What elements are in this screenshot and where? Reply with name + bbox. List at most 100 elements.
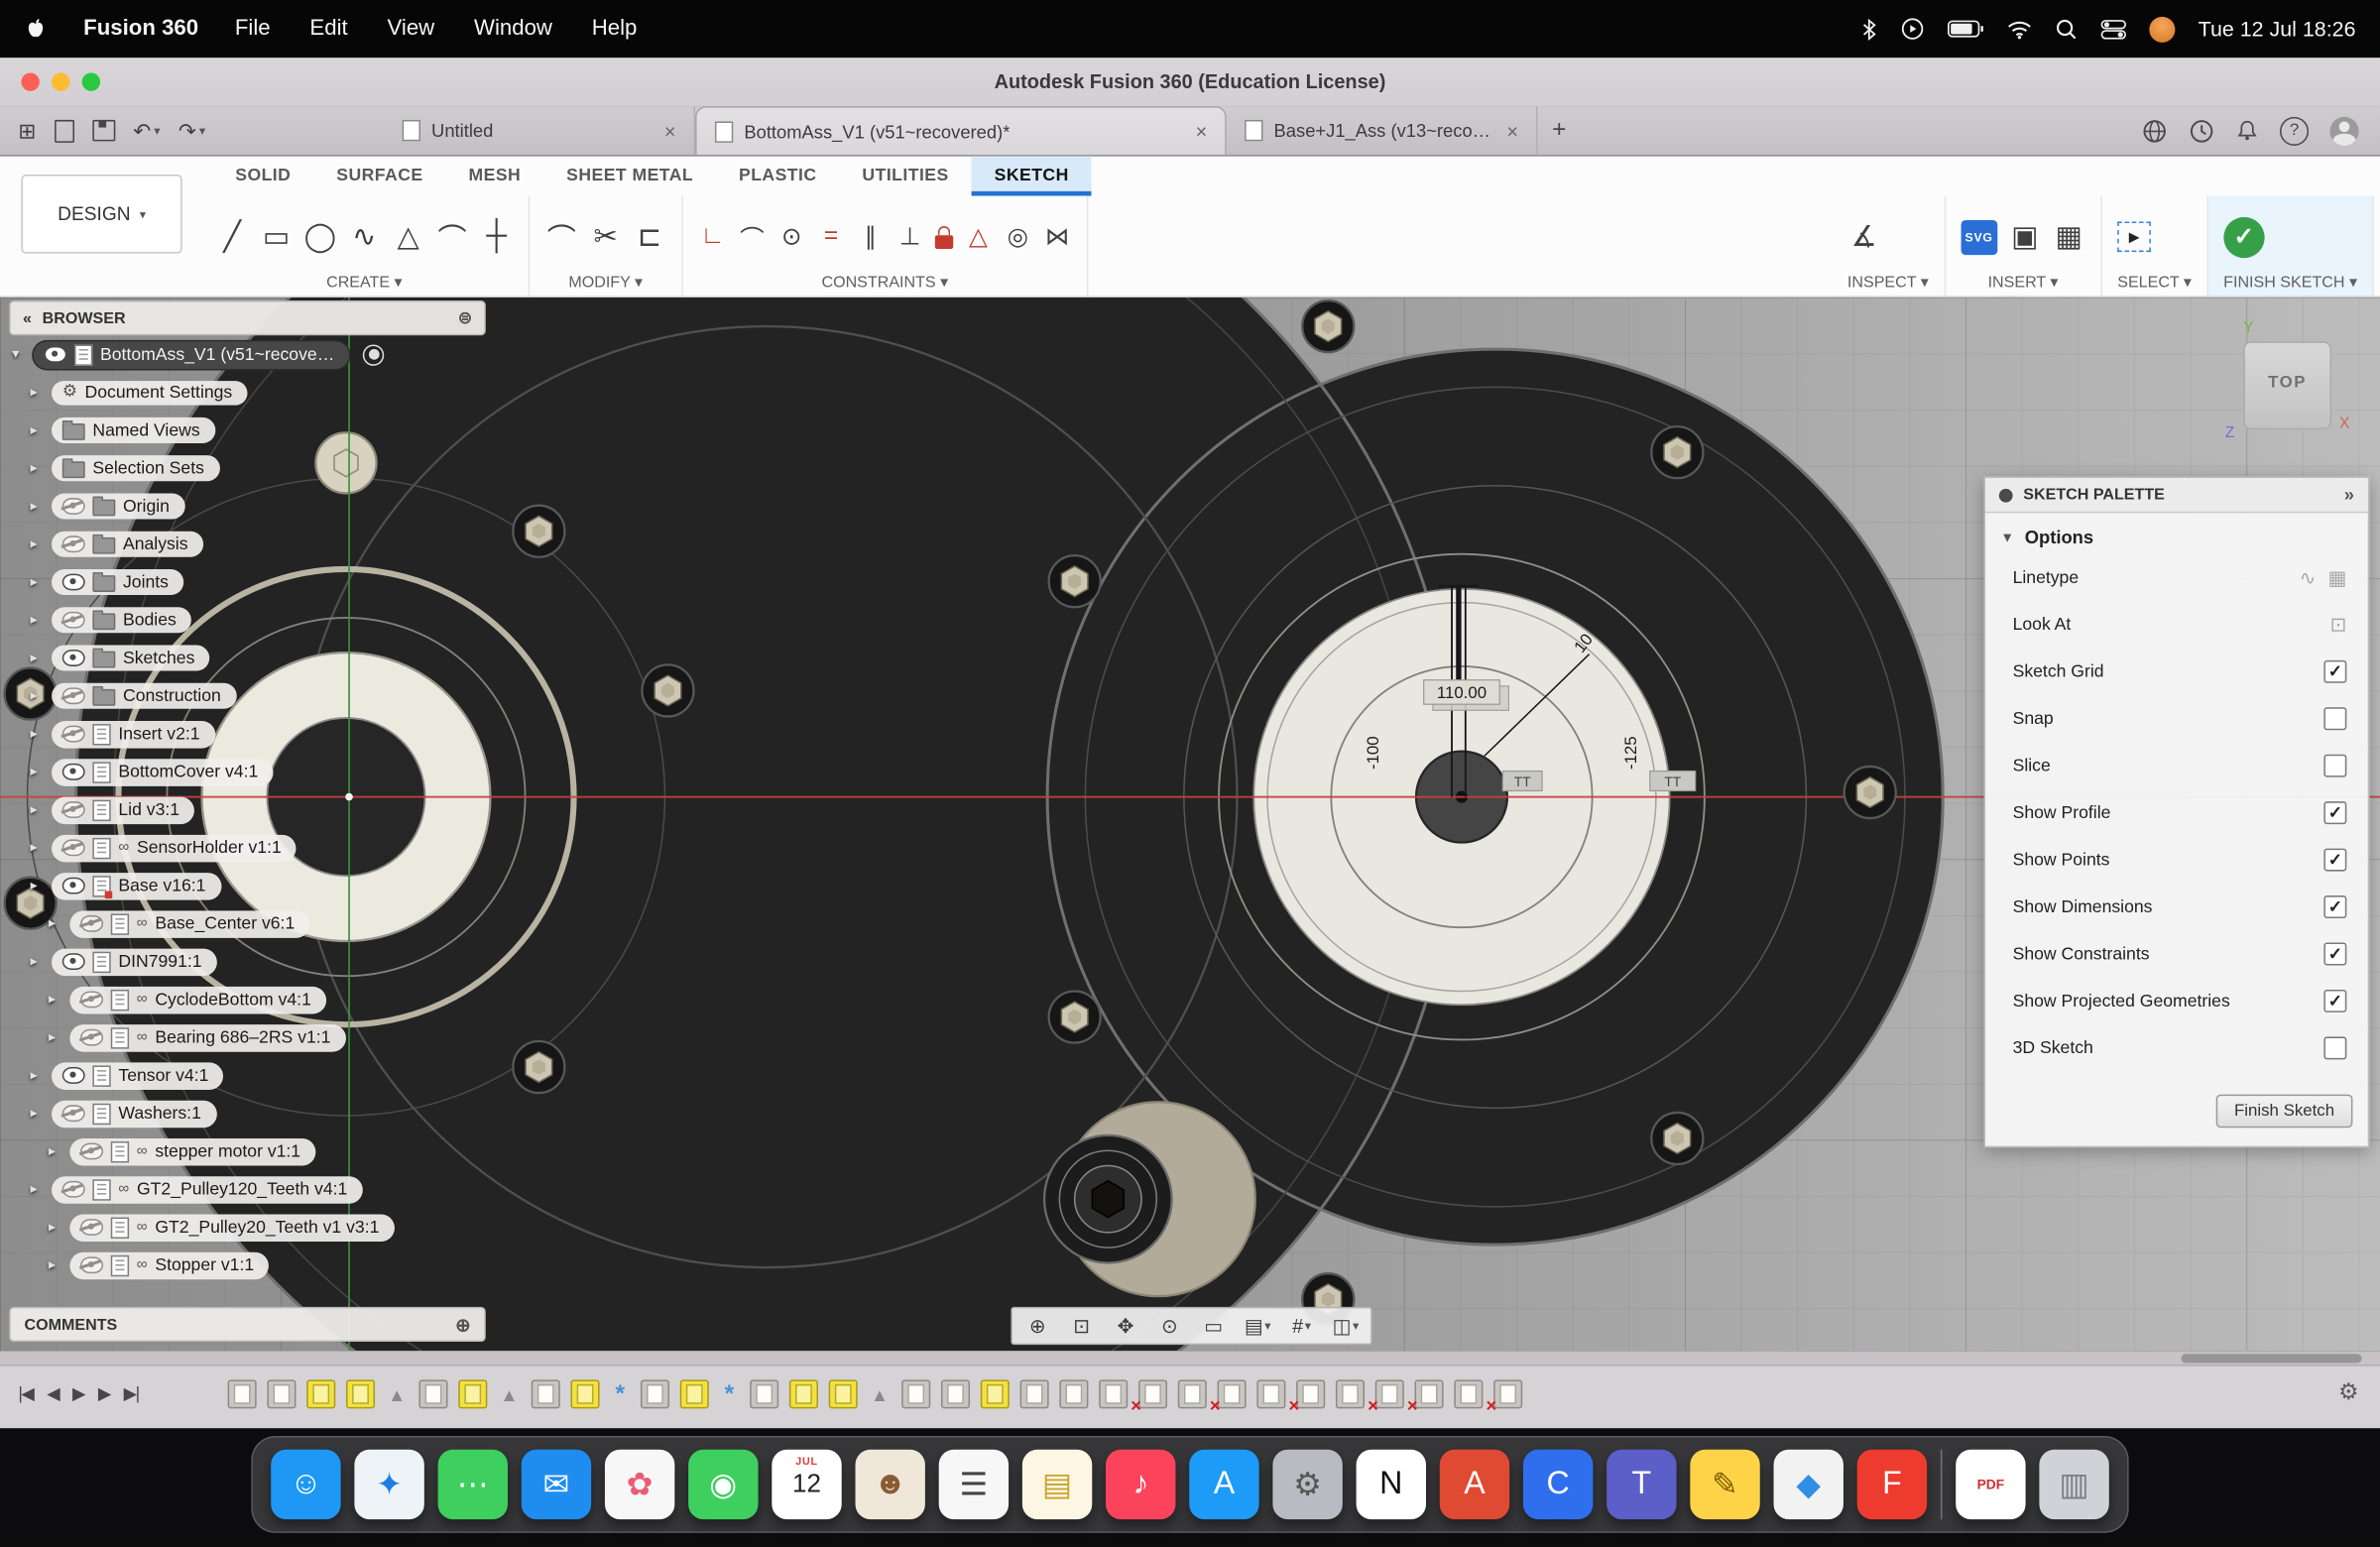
- coincident-icon[interactable]: ⊙: [777, 217, 806, 257]
- timeline-feature-item[interactable]: [227, 1379, 257, 1409]
- disclosure-triangle-icon[interactable]: ▸: [31, 878, 48, 894]
- now-playing-icon[interactable]: [1901, 17, 1925, 41]
- timeline-feature-item[interactable]: [267, 1379, 297, 1409]
- browser-row[interactable]: ▸ ∞ CyclodeBottom v4:1: [9, 981, 486, 1018]
- browser-row[interactable]: ▸ Tensor v4:1: [9, 1056, 486, 1094]
- visibility-eye-icon[interactable]: [61, 498, 85, 515]
- workspace-selector[interactable]: DESIGN ▾: [21, 175, 182, 254]
- ribbon-tab-solid[interactable]: SOLID: [212, 157, 313, 196]
- dock-app-notes[interactable]: ▤: [1021, 1449, 1093, 1520]
- timeline-feature-item[interactable]: [1059, 1379, 1089, 1409]
- dimension-right[interactable]: -125: [1621, 736, 1640, 770]
- timeline-feature-item[interactable]: [750, 1379, 779, 1409]
- ribbon-group-label[interactable]: SELECT ▾: [2117, 274, 2192, 292]
- undo-icon[interactable]: ↶ ▾: [133, 118, 160, 144]
- browser-row[interactable]: ▸ ∞ GT2_Pulley20_Teeth v1 v3:1: [9, 1208, 486, 1246]
- linetype-style-icon[interactable]: ▦: [2328, 565, 2347, 589]
- browser-item-selection-sets[interactable]: Selection Sets: [52, 455, 220, 482]
- dimension-left[interactable]: -100: [1364, 736, 1382, 770]
- look-at-icon[interactable]: ⊡: [2330, 613, 2347, 637]
- dock-app-teams[interactable]: T: [1606, 1449, 1677, 1520]
- timeline-plane-item[interactable]: ▲: [498, 1383, 521, 1404]
- menu-item-edit[interactable]: Edit: [309, 17, 347, 41]
- browser-row[interactable]: ▸ ∞ Base_Center v6:1: [9, 904, 486, 942]
- dock-app-keynote[interactable]: ◆: [1773, 1449, 1844, 1520]
- browser-row[interactable]: ▸ Joints: [9, 563, 486, 601]
- ribbon-group-label[interactable]: CREATE ▾: [215, 274, 513, 292]
- dock-app-messages[interactable]: ⋯: [437, 1449, 508, 1520]
- disclosure-triangle-icon[interactable]: ▸: [31, 612, 48, 629]
- timeline-error-item[interactable]: ×: [1486, 1379, 1523, 1416]
- view-cube[interactable]: TOP Y X Z: [2225, 320, 2350, 441]
- fit-icon[interactable]: ▭: [1192, 1314, 1236, 1338]
- equal-icon[interactable]: =: [816, 217, 845, 257]
- dock-app-safari[interactable]: ✦: [354, 1449, 424, 1520]
- menu-item-file[interactable]: File: [235, 17, 271, 41]
- tab-close-icon[interactable]: ×: [1506, 119, 1518, 142]
- dock-app-trash[interactable]: ▥: [2039, 1449, 2109, 1520]
- browser-item-named-views[interactable]: Named Views: [52, 416, 215, 443]
- disclosure-triangle-icon[interactable]: ▸: [31, 1105, 48, 1122]
- midpoint-icon[interactable]: △: [964, 217, 993, 257]
- browser-item-base-v16-1[interactable]: Base v16:1: [52, 872, 221, 899]
- browser-row[interactable]: ▸ BottomCover v4:1: [9, 753, 486, 790]
- symmetry-icon[interactable]: ⋈: [1043, 217, 1072, 257]
- pan-icon[interactable]: ✥: [1104, 1314, 1147, 1338]
- visibility-eye-icon[interactable]: [61, 801, 85, 818]
- ribbon-group-label[interactable]: INSPECT ▾: [1847, 274, 1929, 292]
- ribbon-tab-sheet-metal[interactable]: SHEET METAL: [543, 157, 716, 196]
- timeline-sketch-item[interactable]: [306, 1379, 336, 1409]
- ribbon-tab-sketch[interactable]: SKETCH: [971, 156, 1092, 196]
- dimension-vertical[interactable]: 110.00: [1437, 683, 1487, 702]
- browser-item-gt2-pulley120-teeth-v4-1[interactable]: ∞ GT2_Pulley120_Teeth v4:1: [52, 1175, 363, 1204]
- browser-item-sensorholder-v1-1[interactable]: ∞ SensorHolder v1:1: [52, 834, 298, 862]
- redo-icon[interactable]: ↷ ▾: [178, 118, 205, 144]
- disclosure-triangle-icon[interactable]: ▸: [31, 839, 48, 856]
- offset-icon[interactable]: ⊏: [633, 217, 666, 257]
- user-avatar-icon[interactable]: [2149, 16, 2176, 43]
- browser-item-cyclodebottom-v4-1[interactable]: ∞ CyclodeBottom v4:1: [69, 986, 327, 1013]
- disclosure-triangle-icon[interactable]: ▸: [49, 991, 65, 1008]
- dock-app-mail[interactable]: ✉: [521, 1449, 592, 1520]
- new-tab-button[interactable]: +: [1538, 117, 1581, 145]
- browser-row[interactable]: ▸ Insert v2:1: [9, 715, 486, 753]
- parallel-icon[interactable]: ∥: [856, 217, 885, 257]
- horizontal-vertical-icon[interactable]: ∟: [698, 217, 727, 257]
- visibility-eye-icon[interactable]: [61, 650, 85, 666]
- browser-item-joints[interactable]: Joints: [52, 568, 184, 595]
- job-status-icon[interactable]: [2189, 118, 2214, 144]
- browser-row[interactable]: ▸ Bodies: [9, 601, 486, 639]
- browser-row[interactable]: ▸ Construction: [9, 677, 486, 715]
- document-tab-base-j1-ass-v13-recovered[interactable]: Base+J1_Ass (v13~recovered)* ×: [1227, 106, 1538, 156]
- browser-item-analysis[interactable]: Analysis: [52, 531, 203, 557]
- timeline-plane-item[interactable]: ▲: [386, 1383, 409, 1404]
- play-button[interactable]: ▶: [72, 1382, 86, 1403]
- browser-item-bottomcover-v4-1[interactable]: BottomCover v4:1: [52, 758, 274, 786]
- disclosure-triangle-icon[interactable]: ▸: [31, 536, 48, 552]
- browser-row[interactable]: ▸ ∞ Stopper v1:1: [9, 1247, 486, 1284]
- disclosure-triangle-icon[interactable]: ▸: [31, 687, 48, 704]
- disclosure-triangle-icon[interactable]: ▸: [31, 498, 48, 515]
- ribbon-tab-utilities[interactable]: UTILITIES: [839, 157, 971, 196]
- measure-icon[interactable]: ∡: [1847, 217, 1881, 257]
- disclosure-triangle-icon[interactable]: ▸: [31, 801, 48, 818]
- visibility-eye-icon[interactable]: [61, 763, 85, 780]
- options-section[interactable]: ▼ Options: [1985, 513, 2368, 553]
- browser-item-din7991-1[interactable]: DIN7991:1: [52, 947, 217, 976]
- timeline-feature-item[interactable]: [1335, 1379, 1366, 1409]
- dock-app-calendar[interactable]: JUL 12: [772, 1449, 842, 1520]
- tangent-icon[interactable]: ⌒: [738, 217, 767, 257]
- timeline-point-item[interactable]: *: [720, 1380, 740, 1408]
- concentric-icon[interactable]: ◎: [1004, 217, 1032, 257]
- view-cube-face-label[interactable]: TOP: [2245, 374, 2330, 392]
- checkbox-show-points[interactable]: ✓: [2323, 848, 2347, 872]
- dock-app-fusion-360[interactable]: F: [1856, 1449, 1928, 1520]
- extensions-icon[interactable]: [2142, 118, 2168, 144]
- fix-unfix-icon[interactable]: [934, 226, 954, 250]
- bluetooth-icon[interactable]: [1861, 17, 1878, 41]
- dock-app-pdf-expert[interactable]: PDF: [1956, 1449, 2026, 1520]
- ribbon-tab-surface[interactable]: SURFACE: [313, 157, 445, 196]
- menubar-clock[interactable]: Tue 12 Jul 18:26: [2199, 17, 2356, 41]
- checkbox-show-profile[interactable]: ✓: [2323, 801, 2347, 825]
- add-comment-icon[interactable]: ⊕: [455, 1314, 470, 1335]
